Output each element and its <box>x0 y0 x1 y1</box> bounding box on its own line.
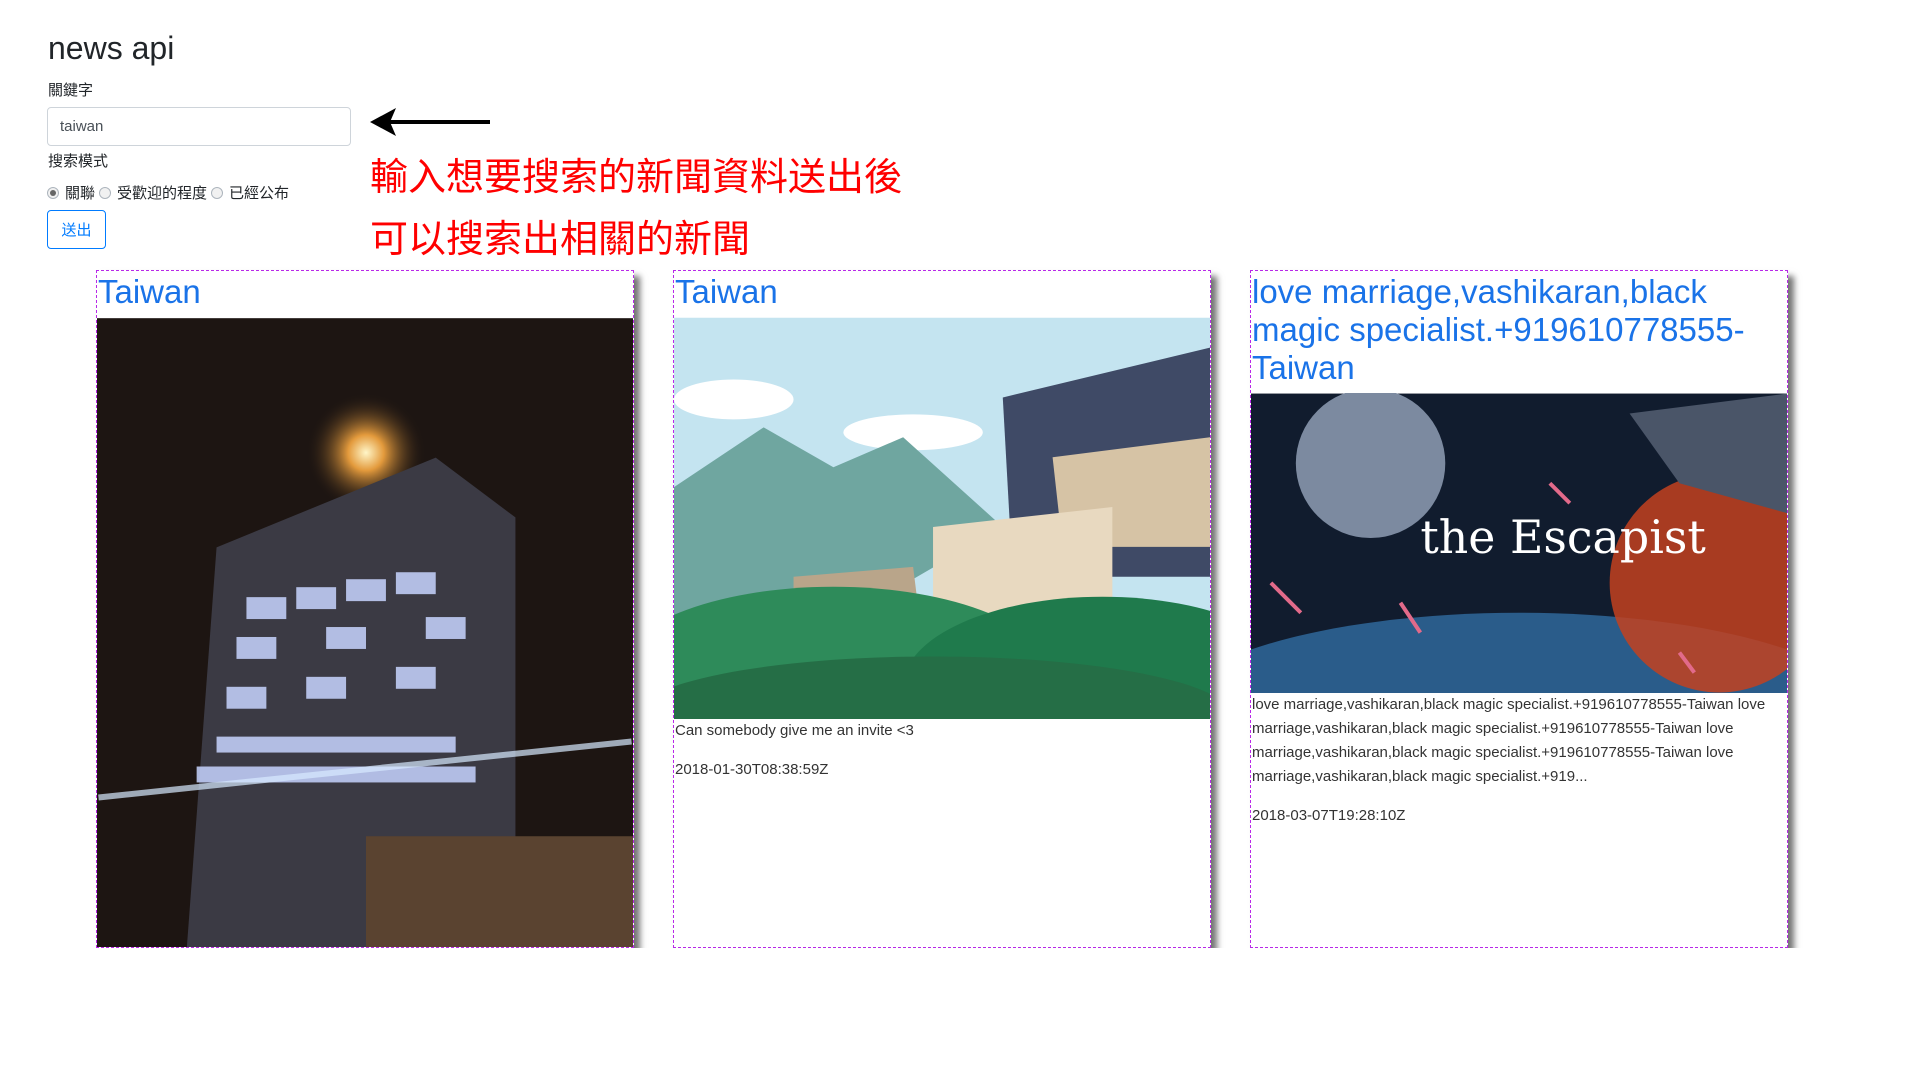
news-card-date: 2018-01-30T08:38:59Z <box>675 761 829 778</box>
page-title: news api <box>48 30 175 66</box>
news-card-description: Can somebody give me an invite <3 <box>675 722 914 739</box>
news-card-title[interactable]: love marriage,vashikaran,black magic spe… <box>1251 271 1787 393</box>
news-card-title[interactable]: Taiwan <box>97 271 633 317</box>
submit-button[interactable]: 送出 <box>47 210 106 249</box>
news-card-description: love marriage,vashikaran,black magic spe… <box>1252 696 1766 785</box>
radio-relevancy[interactable]: 關聯 <box>47 182 95 203</box>
keyword-input[interactable] <box>47 107 351 146</box>
news-card-title[interactable]: Taiwan <box>674 271 1210 317</box>
radio-label-relevancy: 關聯 <box>65 185 96 202</box>
radio-popularity[interactable]: 受歡迎的程度 <box>99 182 207 203</box>
radio-checked-icon[interactable] <box>47 186 59 199</box>
radio-label-published: 已經公布 <box>229 185 290 202</box>
radio-unchecked-icon[interactable] <box>99 186 112 199</box>
annotation-line-2: 可以搜索出相關的新聞 <box>370 219 751 261</box>
news-card-date: 2018-03-07T19:28:10Z <box>1252 807 1406 824</box>
news-card: love marriage,vashikaran,black magic spe… <box>1250 270 1788 948</box>
news-card-image-caption: the Escapist <box>1420 510 1706 564</box>
search-mode-radio-group: 關聯 受歡迎的程度 已經公布 <box>47 182 293 203</box>
page-blank-area <box>0 948 1920 1080</box>
keyword-label: 關鍵字 <box>48 82 94 99</box>
search-mode-label: 搜索模式 <box>48 153 109 170</box>
radio-label-popularity: 受歡迎的程度 <box>117 185 208 202</box>
news-card-image <box>97 318 633 947</box>
news-card-image: the Escapist <box>1251 393 1787 693</box>
arrow-left-icon <box>370 108 490 136</box>
news-card-image <box>674 317 1210 719</box>
radio-unchecked-icon[interactable] <box>211 186 224 199</box>
news-card: Taiwan <box>96 270 634 948</box>
radio-published[interactable]: 已經公布 <box>211 182 289 203</box>
news-card: Taiwan Can somebody give me an invite <3… <box>673 270 1211 948</box>
annotation-line-1: 輸入想要搜索的新聞資料送出後 <box>370 157 903 199</box>
